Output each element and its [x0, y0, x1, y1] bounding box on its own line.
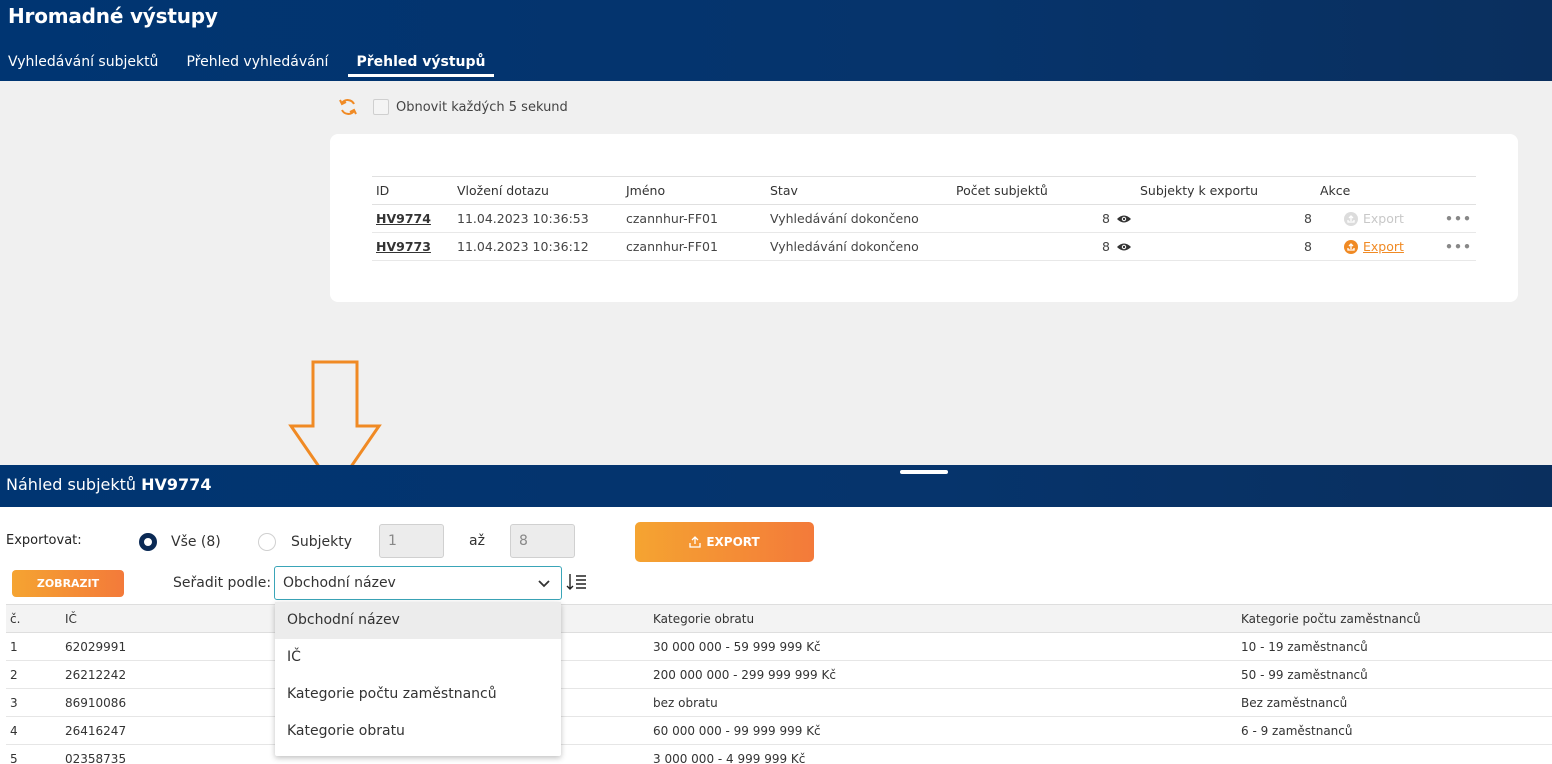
col-id: ID — [372, 176, 453, 205]
sort-direction-icon[interactable] — [566, 573, 588, 591]
row-number: 4 — [6, 716, 61, 745]
app-title: Hromadné výstupy — [8, 4, 218, 28]
inserted-cell: 11.04.2023 10:36:53 — [453, 204, 622, 233]
radio-all-label: Vše (8) — [171, 534, 221, 550]
upload-icon — [689, 536, 701, 548]
col-name: Jméno — [622, 176, 766, 205]
table-row[interactable]: 2 26212242 200 000 000 - 299 999 999 Kč 50 … — [6, 660, 1552, 689]
count-cell: 8 — [952, 204, 1136, 233]
count-cell: 8 — [952, 232, 1136, 261]
top-header: Hromadné výstupy Vyhledávání subjektů Př… — [0, 0, 1552, 81]
sort-option-ic[interactable]: IČ — [275, 639, 561, 676]
count-value: 8 — [1102, 210, 1110, 226]
row-turnover: 30 000 000 - 59 999 999 Kč — [649, 632, 1237, 661]
inserted-cell: 11.04.2023 10:36:12 — [453, 232, 622, 261]
export-scope-label: Exportovat: — [6, 533, 82, 548]
preview-title-id: HV9774 — [141, 475, 212, 494]
more-actions-icon[interactable]: ••• — [1445, 211, 1472, 226]
row-turnover: bez obratu — [649, 688, 1237, 717]
col-to-export: Subjekty k exportu — [1136, 176, 1316, 205]
range-to-input[interactable]: 8 — [510, 524, 575, 558]
preview-title-prefix: Náhled subjektů — [6, 475, 137, 494]
refresh-row: Obnovit každých 5 sekund — [337, 96, 568, 118]
export-button[interactable]: EXPORT — [635, 522, 814, 562]
radio-subjects[interactable] — [258, 533, 276, 551]
sort-select[interactable]: Obchodní název — [274, 566, 562, 600]
sort-option-obchodni-nazev[interactable]: Obchodní název — [275, 602, 561, 639]
col-actions: Akce — [1316, 176, 1476, 205]
radio-subjects-label: Subjekty — [291, 534, 353, 550]
table-row[interactable]: 5 02358735 3 000 000 - 4 999 999 Kč — [6, 744, 1552, 764]
col-turnover: Kategorie obratu — [649, 604, 1237, 633]
range-to-label: až — [469, 533, 485, 549]
auto-refresh-label: Obnovit každých 5 sekund — [396, 99, 568, 115]
eye-icon[interactable] — [1116, 212, 1132, 227]
refresh-icon[interactable] — [337, 96, 359, 118]
row-turnover: 3 000 000 - 4 999 999 Kč — [649, 744, 1237, 764]
status-cell: Vyhledávání dokončeno — [766, 232, 952, 261]
show-button[interactable]: ZOBRAZIT — [12, 570, 124, 597]
range-from-input[interactable]: 1 — [379, 524, 444, 558]
col-number: č. — [6, 604, 61, 633]
row-number: 1 — [6, 632, 61, 661]
row-number: 2 — [6, 660, 61, 689]
output-id-link[interactable]: HV9773 — [376, 239, 431, 254]
auto-refresh-checkbox[interactable] — [373, 99, 389, 115]
sort-label: Seřadit podle: — [173, 575, 272, 591]
tab-prehled-vyhledavani[interactable]: Přehled vyhledávání — [178, 54, 336, 77]
eye-icon[interactable] — [1116, 240, 1132, 255]
output-id-link[interactable]: HV9774 — [376, 211, 431, 226]
sort-option-kategorie-obratu[interactable]: Kategorie obratu — [275, 713, 561, 750]
row-employees — [1237, 744, 1552, 764]
export-icon — [1344, 211, 1358, 226]
preview-title: Náhled subjektů HV9774 — [6, 475, 211, 494]
tab-bar: Vyhledávání subjektů Přehled vyhledávání… — [0, 54, 506, 77]
preview-panel: Exportovat: Vše (8) Subjekty 1 až 8 EXPO… — [0, 507, 1552, 764]
row-turnover: 60 000 000 - 99 999 999 Kč — [649, 716, 1237, 745]
radio-all[interactable] — [139, 533, 157, 551]
export-link[interactable]: Export — [1344, 211, 1404, 226]
name-cell: czannhur-FF01 — [622, 204, 766, 233]
export-link-label: Export — [1363, 239, 1404, 254]
actions-cell: Export ••• — [1316, 232, 1476, 261]
count-value: 8 — [1102, 238, 1110, 254]
row-employees: 50 - 99 zaměstnanců — [1237, 660, 1552, 689]
tab-vyhledavani-subjektu[interactable]: Vyhledávání subjektů — [0, 54, 166, 77]
chevron-down-icon — [538, 580, 550, 588]
name-cell: czannhur-FF01 — [622, 232, 766, 261]
more-actions-icon[interactable]: ••• — [1445, 239, 1472, 254]
col-count: Počet subjektů — [952, 176, 1136, 205]
export-link[interactable]: Export — [1344, 239, 1404, 254]
row-employees: Bez zaměstnanců — [1237, 688, 1552, 717]
table-row[interactable]: 4 26416247 60 000 000 - 99 999 999 Kč 6 - 9… — [6, 716, 1552, 745]
export-link-label: Export — [1363, 211, 1404, 226]
row-employees: 10 - 19 zaměstnanců — [1237, 632, 1552, 661]
sort-option-kategorie-poctu-zamestnancu[interactable]: Kategorie počtu zaměstnanců — [275, 676, 561, 713]
preview-panel-header: Náhled subjektů HV9774 — [0, 465, 1552, 507]
col-status: Stav — [766, 176, 952, 205]
to-export-cell: 8 — [1136, 204, 1316, 233]
row-employees: 6 - 9 zaměstnanců — [1237, 716, 1552, 745]
sort-select-value: Obchodní název — [283, 575, 396, 591]
row-number: 3 — [6, 688, 61, 717]
outputs-table: ID Vložení dotazu Jméno Stav Počet subje… — [372, 176, 1476, 261]
tab-prehled-vystupu[interactable]: Přehled výstupů — [348, 54, 494, 77]
to-export-cell: 8 — [1136, 232, 1316, 261]
table-row[interactable]: 3 86910086 bez obratu Bez zaměstnanců — [6, 688, 1552, 717]
row-turnover: 200 000 000 - 299 999 999 Kč — [649, 660, 1237, 689]
subjects-table: č. IČ Kategorie obratu Kategorie počtu z… — [6, 604, 1552, 764]
table-row: HV9774 11.04.2023 10:36:53 czannhur-FF01… — [372, 204, 1476, 233]
export-button-label: EXPORT — [706, 535, 760, 549]
col-employees: Kategorie počtu zaměstnanců — [1237, 604, 1552, 633]
row-number: 5 — [6, 744, 61, 764]
status-cell: Vyhledávání dokončeno — [766, 204, 952, 233]
sort-dropdown-menu: Obchodní název IČ Kategorie počtu zaměst… — [275, 602, 561, 756]
actions-cell: Export ••• — [1316, 204, 1476, 233]
resize-handle[interactable] — [900, 470, 948, 474]
outputs-card: ID Vložení dotazu Jméno Stav Počet subje… — [330, 134, 1518, 302]
table-row: HV9773 11.04.2023 10:36:12 czannhur-FF01… — [372, 232, 1476, 261]
export-icon — [1344, 239, 1358, 254]
table-row[interactable]: 1 62029991 30 000 000 - 59 999 999 Kč 10 - … — [6, 632, 1552, 661]
col-inserted: Vložení dotazu — [453, 176, 622, 205]
